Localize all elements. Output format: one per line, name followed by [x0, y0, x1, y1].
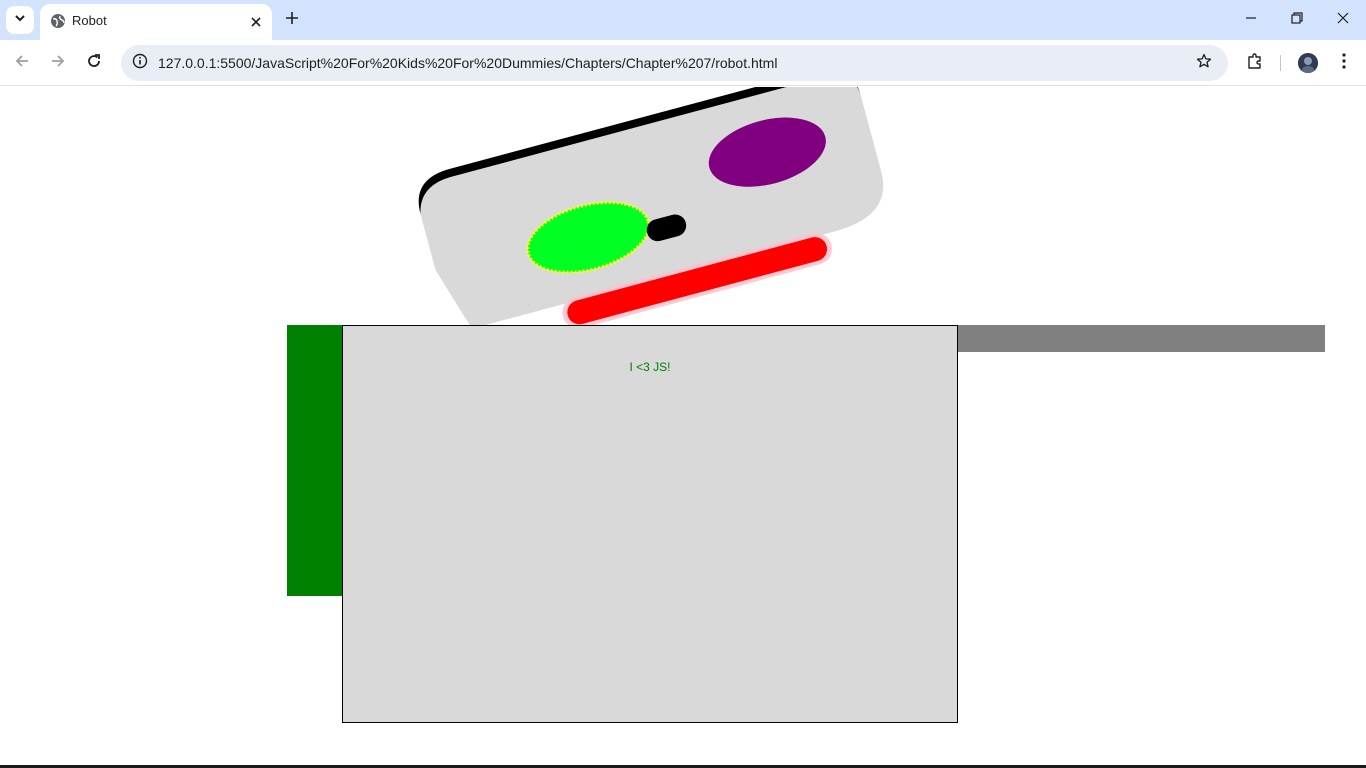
- close-icon[interactable]: [246, 12, 266, 32]
- chevron-down-icon: [14, 11, 26, 29]
- browser-toolbar: 127.0.0.1:5500/JavaScript%20For%20Kids%2…: [0, 40, 1366, 86]
- body-text: I <3 JS!: [629, 360, 671, 374]
- profile-avatar[interactable]: [1298, 53, 1318, 73]
- browser-menu-button[interactable]: [1330, 47, 1358, 79]
- globe-icon: [50, 13, 66, 29]
- minimize-icon: [1245, 11, 1257, 29]
- toolbar-separator: [1280, 55, 1281, 71]
- close-window-button[interactable]: [1320, 0, 1366, 40]
- site-info-button[interactable]: [127, 50, 153, 76]
- reload-button[interactable]: [78, 47, 110, 79]
- robot-head: [418, 87, 884, 329]
- page-content: I <3 JS!: [0, 87, 1366, 768]
- tab-strip: Robot: [0, 0, 1366, 40]
- plus-icon: [285, 11, 299, 30]
- tab-title: Robot: [72, 13, 107, 28]
- restore-button[interactable]: [1274, 0, 1320, 40]
- robot-body: I <3 JS!: [342, 325, 958, 723]
- minimize-button[interactable]: [1228, 0, 1274, 40]
- close-icon: [1337, 11, 1349, 29]
- bookmark-button[interactable]: [1191, 50, 1217, 76]
- url-text[interactable]: 127.0.0.1:5500/JavaScript%20For%20Kids%2…: [158, 55, 777, 71]
- tab-robot[interactable]: Robot: [40, 4, 272, 40]
- extensions-button[interactable]: [1240, 47, 1270, 79]
- reload-icon: [86, 53, 102, 74]
- restore-icon: [1291, 11, 1303, 29]
- puzzle-icon: [1246, 52, 1264, 75]
- address-bar[interactable]: 127.0.0.1:5500/JavaScript%20For%20Kids%2…: [121, 45, 1228, 81]
- arrow-left-icon: [14, 53, 30, 74]
- new-tab-button[interactable]: [280, 8, 304, 32]
- robot-right-arm: [957, 325, 1325, 352]
- info-icon: [132, 53, 148, 74]
- browser-window: Robot 127.0.0.1:5500/JavaScript%20For%20…: [0, 0, 1366, 768]
- arrow-right-icon: [50, 53, 66, 74]
- tab-search-button[interactable]: [6, 6, 34, 34]
- robot-left-arm: [287, 325, 343, 596]
- back-button[interactable]: [6, 47, 38, 79]
- kebab-menu-icon: [1342, 52, 1346, 74]
- star-icon: [1196, 53, 1212, 74]
- forward-button[interactable]: [42, 47, 74, 79]
